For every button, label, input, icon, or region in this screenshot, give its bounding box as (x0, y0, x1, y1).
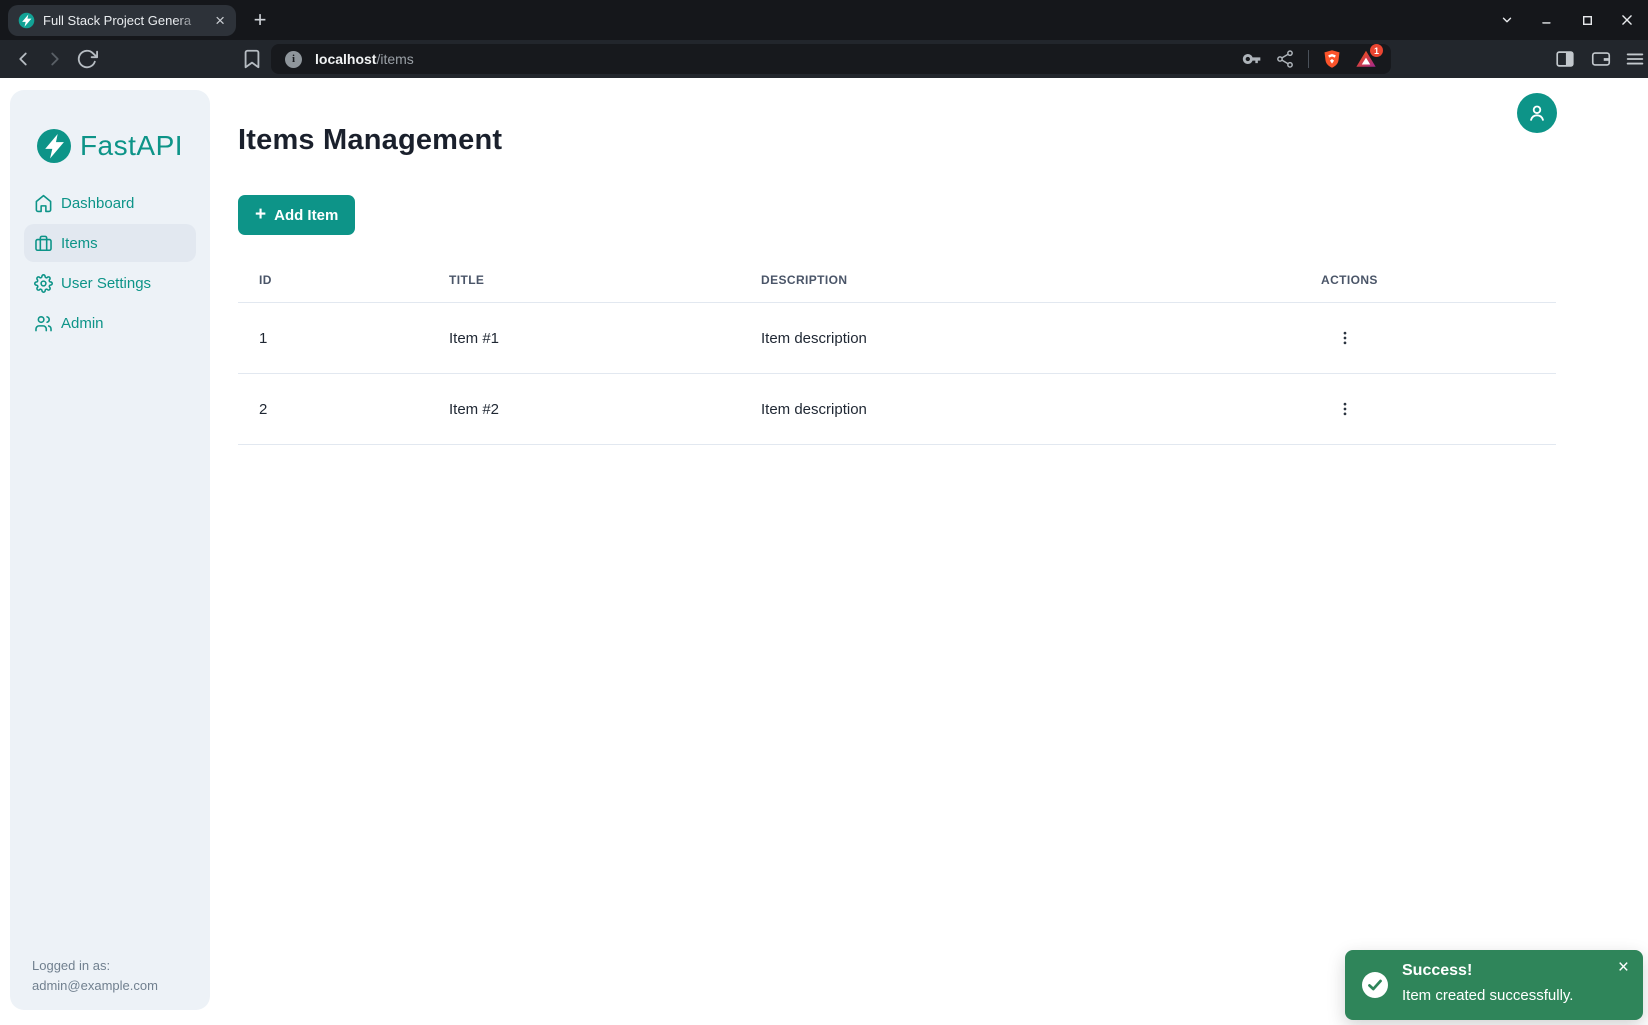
toast-close-icon[interactable]: × (1615, 955, 1632, 980)
sidebar-nav: Dashboard Items User Settings (24, 184, 196, 342)
row-actions-menu-button[interactable] (1329, 322, 1361, 354)
close-window-button[interactable] (1614, 7, 1640, 33)
column-header-title: TITLE (428, 257, 740, 303)
new-tab-button[interactable]: + (246, 6, 274, 34)
ellipsis-vertical-icon (1336, 329, 1354, 347)
sidebar-item-user-settings[interactable]: User Settings (24, 264, 196, 302)
toast-title: Success! (1402, 962, 1472, 980)
tab-search-chevron-icon[interactable] (1494, 7, 1520, 33)
rewards-badge: 1 (1370, 44, 1383, 57)
main-content: Items Management + Add Item ID TITLE DES… (238, 78, 1556, 445)
side-panel-icon[interactable] (1554, 48, 1576, 70)
cell-title: Item #1 (428, 303, 740, 374)
cell-id: 2 (238, 374, 428, 445)
toolbar-divider (1308, 50, 1309, 68)
browser-window: Full Stack Project Genera × + (0, 0, 1648, 1025)
column-header-description: DESCRIPTION (740, 257, 1300, 303)
gear-icon (34, 274, 53, 293)
reload-button[interactable] (76, 48, 98, 70)
brave-rewards-icon[interactable]: 1 (1355, 48, 1377, 70)
sidebar-item-label: Dashboard (61, 195, 134, 212)
bookmark-icon[interactable] (241, 48, 263, 70)
password-key-icon[interactable] (1242, 49, 1262, 69)
site-info-icon[interactable]: i (285, 51, 302, 68)
cell-description: Item description (740, 374, 1300, 445)
logged-in-email: admin@example.com (32, 976, 158, 996)
users-icon (34, 314, 53, 333)
logged-in-info: Logged in as: admin@example.com (32, 956, 158, 996)
column-header-actions: ACTIONS (1300, 257, 1556, 303)
row-actions-menu-button[interactable] (1329, 393, 1361, 425)
window-controls (1494, 0, 1640, 40)
url-path: /items (376, 51, 413, 67)
sidebar-item-label: Items (61, 235, 98, 252)
browser-toolbar: i localhost/items 1 (0, 40, 1648, 78)
home-icon (34, 194, 53, 213)
briefcase-icon (34, 234, 53, 253)
items-table: ID TITLE DESCRIPTION ACTIONS 1 Item #1 I… (238, 257, 1556, 445)
column-header-id: ID (238, 257, 428, 303)
forward-button[interactable] (44, 48, 66, 70)
check-circle-icon (1361, 971, 1389, 999)
fastapi-bolt-icon (37, 129, 71, 163)
sidebar-item-dashboard[interactable]: Dashboard (24, 184, 196, 222)
url-text[interactable]: localhost/items (315, 51, 414, 67)
sidebar-item-admin[interactable]: Admin (24, 304, 196, 342)
sidebar-item-items[interactable]: Items (24, 224, 196, 262)
browser-tab[interactable]: Full Stack Project Genera × (8, 5, 236, 36)
logo-text: FastAPI (80, 130, 183, 162)
cell-title: Item #2 (428, 374, 740, 445)
sidebar-item-label: Admin (61, 315, 104, 332)
add-item-button[interactable]: + Add Item (238, 195, 355, 235)
menu-icon[interactable] (1624, 48, 1646, 70)
brave-shield-icon[interactable] (1322, 49, 1342, 69)
fastapi-logo: FastAPI (10, 124, 210, 168)
ellipsis-vertical-icon (1336, 400, 1354, 418)
cell-description: Item description (740, 303, 1300, 374)
table-header-row: ID TITLE DESCRIPTION ACTIONS (238, 257, 1556, 303)
address-bar[interactable]: i localhost/items 1 (271, 44, 1391, 74)
sidebar-item-label: User Settings (61, 275, 151, 292)
tab-bar: Full Stack Project Genera × + (0, 0, 1648, 40)
page-title: Items Management (238, 124, 1556, 157)
minimize-button[interactable] (1534, 7, 1560, 33)
logged-in-label: Logged in as: (32, 956, 158, 976)
tab-title: Full Stack Project Genera (43, 13, 212, 28)
page-content: FastAPI Dashboard Items (0, 78, 1648, 1025)
maximize-button[interactable] (1574, 7, 1600, 33)
table-row: 1 Item #1 Item description (238, 303, 1556, 374)
table-row: 2 Item #2 Item description (238, 374, 1556, 445)
add-item-label: Add Item (274, 207, 338, 224)
toast-message: Item created successfully. (1402, 987, 1573, 1004)
wallet-icon[interactable] (1590, 48, 1612, 70)
plus-icon: + (255, 205, 266, 224)
fastapi-favicon-icon (18, 12, 35, 29)
url-host: localhost (315, 51, 376, 67)
cell-id: 1 (238, 303, 428, 374)
tab-close-icon[interactable]: × (212, 12, 228, 29)
share-icon[interactable] (1275, 49, 1295, 69)
success-toast: Success! Item created successfully. × (1345, 950, 1643, 1020)
back-button[interactable] (12, 48, 34, 70)
sidebar: FastAPI Dashboard Items (10, 90, 210, 1010)
